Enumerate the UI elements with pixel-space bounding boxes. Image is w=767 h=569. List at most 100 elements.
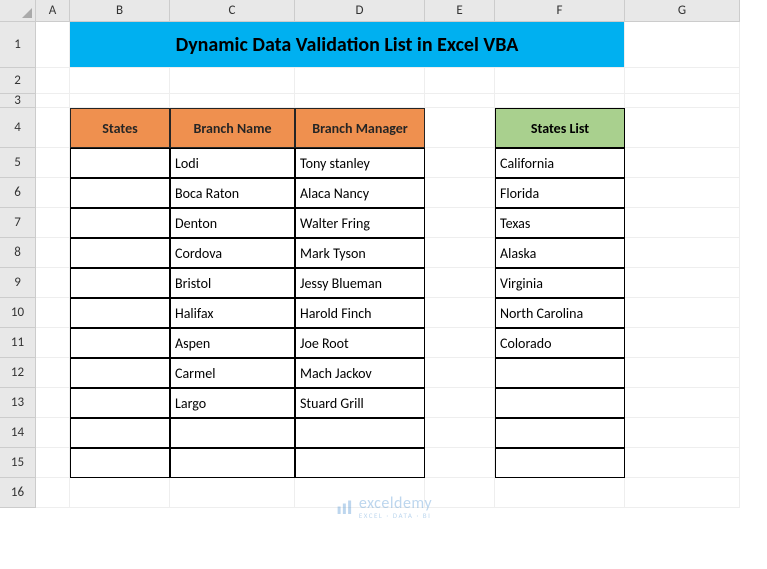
table1-cell[interactable] — [70, 238, 170, 268]
table1-cell[interactable]: Cordova — [170, 238, 295, 268]
table2-cell[interactable]: Texas — [495, 208, 625, 238]
table2-cell[interactable] — [495, 418, 625, 448]
cell[interactable] — [36, 328, 70, 358]
cell[interactable] — [36, 418, 70, 448]
table2-cell[interactable]: Colorado — [495, 328, 625, 358]
cell[interactable] — [425, 208, 495, 238]
table1-cell[interactable]: Denton — [170, 208, 295, 238]
cell[interactable] — [425, 94, 495, 108]
col-header-D[interactable]: D — [295, 0, 425, 22]
table2-header[interactable]: States List — [495, 108, 625, 148]
cell[interactable] — [625, 94, 740, 108]
cell[interactable] — [625, 328, 740, 358]
cell[interactable] — [36, 298, 70, 328]
row-header-1[interactable]: 1 — [0, 22, 36, 68]
table1-cell[interactable]: Halifax — [170, 298, 295, 328]
table1-cell[interactable]: Lodi — [170, 148, 295, 178]
table1-cell[interactable]: Tony stanley — [295, 148, 425, 178]
cell[interactable] — [425, 358, 495, 388]
cell[interactable] — [425, 68, 495, 94]
table1-cell[interactable] — [70, 268, 170, 298]
row-header-2[interactable]: 2 — [0, 68, 36, 94]
cell[interactable] — [36, 478, 70, 508]
cell[interactable] — [36, 238, 70, 268]
cell[interactable] — [625, 238, 740, 268]
table1-cell[interactable] — [295, 448, 425, 478]
cell[interactable] — [625, 268, 740, 298]
table1-cell[interactable] — [170, 448, 295, 478]
cell[interactable] — [36, 148, 70, 178]
table1-cell[interactable]: Bristol — [170, 268, 295, 298]
table2-cell[interactable]: North Carolina — [495, 298, 625, 328]
table1-cell[interactable]: Joe Root — [295, 328, 425, 358]
table2-cell[interactable]: Virginia — [495, 268, 625, 298]
cell[interactable] — [36, 68, 70, 94]
table1-cell[interactable]: Harold Finch — [295, 298, 425, 328]
cell[interactable] — [425, 388, 495, 418]
row-header-13[interactable]: 13 — [0, 388, 36, 418]
cell[interactable] — [625, 388, 740, 418]
cell[interactable] — [36, 448, 70, 478]
row-header-12[interactable]: 12 — [0, 358, 36, 388]
cell[interactable] — [495, 68, 625, 94]
cell[interactable] — [425, 148, 495, 178]
cell[interactable] — [170, 478, 295, 508]
cell[interactable] — [495, 478, 625, 508]
table1-cell[interactable] — [70, 358, 170, 388]
table1-cell[interactable] — [170, 418, 295, 448]
table2-cell[interactable]: California — [495, 148, 625, 178]
cell[interactable] — [36, 178, 70, 208]
table1-cell[interactable] — [295, 418, 425, 448]
cell[interactable] — [36, 388, 70, 418]
cell[interactable] — [295, 94, 425, 108]
row-header-8[interactable]: 8 — [0, 238, 36, 268]
row-header-4[interactable]: 4 — [0, 108, 36, 148]
table1-cell[interactable] — [70, 148, 170, 178]
col-header-F[interactable]: F — [495, 0, 625, 22]
cell[interactable] — [625, 358, 740, 388]
cell[interactable] — [425, 418, 495, 448]
page-title[interactable]: Dynamic Data Validation List in Excel VB… — [70, 22, 625, 68]
cell[interactable] — [425, 178, 495, 208]
cell[interactable] — [625, 298, 740, 328]
table1-header-manager[interactable]: Branch Manager — [295, 108, 425, 148]
row-header-15[interactable]: 15 — [0, 448, 36, 478]
table2-cell[interactable] — [495, 358, 625, 388]
cell[interactable] — [625, 148, 740, 178]
cell[interactable] — [70, 94, 170, 108]
table2-cell[interactable]: Florida — [495, 178, 625, 208]
cell[interactable] — [625, 68, 740, 94]
col-header-C[interactable]: C — [170, 0, 295, 22]
cell[interactable] — [36, 358, 70, 388]
table1-cell[interactable]: Alaca Nancy — [295, 178, 425, 208]
table1-cell[interactable] — [70, 448, 170, 478]
cell[interactable] — [36, 22, 70, 68]
cell[interactable] — [36, 268, 70, 298]
cell[interactable] — [170, 68, 295, 94]
cell[interactable] — [425, 478, 495, 508]
table1-cell[interactable]: Jessy Blueman — [295, 268, 425, 298]
table1-cell[interactable] — [70, 298, 170, 328]
row-header-5[interactable]: 5 — [0, 148, 36, 178]
table1-cell[interactable]: Boca Raton — [170, 178, 295, 208]
table1-cell[interactable] — [70, 208, 170, 238]
table1-cell[interactable]: Carmel — [170, 358, 295, 388]
table1-cell[interactable]: Mach Jackov — [295, 358, 425, 388]
cell[interactable] — [495, 94, 625, 108]
col-header-B[interactable]: B — [70, 0, 170, 22]
cell[interactable] — [625, 208, 740, 238]
cell[interactable] — [625, 478, 740, 508]
col-header-A[interactable]: A — [36, 0, 70, 22]
cell[interactable] — [170, 94, 295, 108]
table1-cell[interactable] — [70, 388, 170, 418]
cell[interactable] — [625, 178, 740, 208]
cell[interactable] — [625, 418, 740, 448]
table1-cell[interactable] — [70, 328, 170, 358]
cell[interactable] — [425, 268, 495, 298]
row-header-14[interactable]: 14 — [0, 418, 36, 448]
cell[interactable] — [425, 238, 495, 268]
col-header-E[interactable]: E — [425, 0, 495, 22]
col-header-G[interactable]: G — [625, 0, 740, 22]
cell[interactable] — [70, 68, 170, 94]
row-header-10[interactable]: 10 — [0, 298, 36, 328]
